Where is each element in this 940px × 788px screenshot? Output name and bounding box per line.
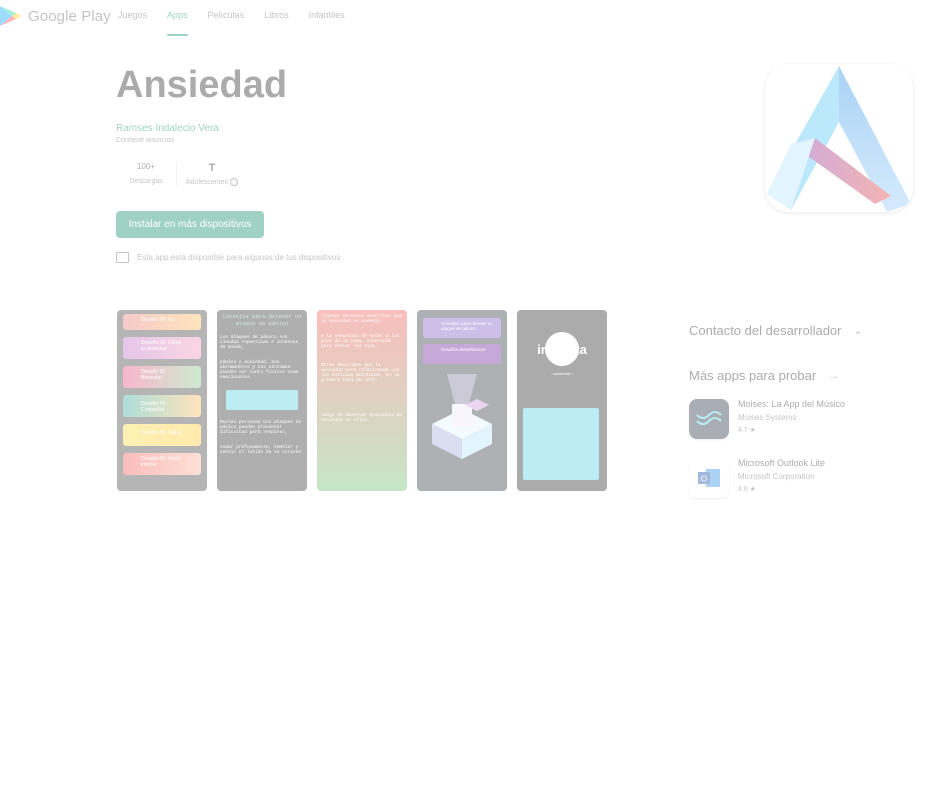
wave-icon [696, 411, 722, 425]
screenshot-2-text: pánico o ansiedad. Son abrumadores y sus… [220, 360, 299, 380]
recommended-app[interactable]: Moises: La App del Músico Moises Systems… [689, 399, 845, 439]
recommended-app-name: Moises: La App del Músico [738, 399, 846, 409]
chevron-down-icon: ⌄ [853, 325, 863, 337]
recommended-app[interactable]: O Microsoft Outlook Lite Microsoft Corpo… [689, 458, 825, 498]
screenshot-4-card: Desafíos Beneficiosos [423, 344, 501, 364]
recommended-app-name: Microsoft Outlook Lite [738, 458, 826, 468]
svg-text:O: O [701, 475, 707, 484]
downloads-value: 100+ [136, 162, 156, 171]
tab-infantiles[interactable]: Infantiles [309, 10, 345, 26]
tab-juegos[interactable]: Juegos [118, 10, 147, 26]
screenshot-2-text: sudar profusamente, temblar y sentir el … [220, 445, 302, 455]
recommended-app-rating: 4.6 ★ [738, 486, 756, 493]
screenshot-4[interactable]: Consejos para detener un ataque de pánic… [417, 310, 507, 491]
availability-note: Esta app está disponible para algunos de… [116, 252, 340, 263]
developer-contact-toggle[interactable]: Contacto del desarrollador ⌄ [689, 323, 863, 338]
outlook-app-icon: O [689, 458, 729, 498]
challenge-card: Desafío 00: Compañía [123, 395, 201, 417]
app-stats: 100+ Descargas T Adolescentes [116, 162, 247, 186]
screenshot-4-card: Consejos para detener un ataque de pánic… [423, 318, 501, 338]
screenshot-5-subtitle: • ansiedad • [551, 371, 573, 376]
challenge-card: Desafío 00: Bienestar [123, 366, 201, 388]
developer-link[interactable]: Ramses Indalecio Vera [116, 123, 219, 134]
downloads-label: Descargas [129, 178, 163, 185]
main-nav: Juegos Apps Películas Libros Infantiles [118, 10, 365, 36]
app-icon [765, 64, 913, 212]
recommended-app-rating: 4.7 ★ [738, 427, 756, 434]
logo-text: Google Play [28, 7, 111, 25]
more-apps-title: Más apps para probar [689, 368, 817, 383]
content-rating-stat: T Adolescentes [176, 162, 247, 186]
outlook-icon: O [698, 469, 720, 487]
challenge-card: Desafío 00: Ira [123, 314, 201, 330]
ads-note: Contiene anuncios [116, 137, 174, 144]
arrow-right-icon: → [828, 369, 840, 382]
challenge-card: Desafío 00: Ruido interno [123, 453, 201, 475]
top-bar: Google Play Juegos Apps Películas Libros… [0, 0, 940, 40]
google-play-icon [0, 6, 21, 26]
challenge-card: Desafío 00: Cómo la ansiedad [123, 337, 201, 359]
recommended-app-developer: Microsoft Corporation [738, 472, 815, 481]
tab-peliculas[interactable]: Películas [208, 10, 245, 26]
google-play-logo[interactable]: Google Play [0, 4, 111, 28]
screenshot-3-text: Otras describen que la ansiedad está rel… [321, 363, 400, 383]
screenshot-3-text: a la sensación de estar a los pies de la… [321, 334, 400, 349]
screenshot-5-panel [523, 408, 599, 480]
recommended-app-developer: Moises Systems [738, 413, 797, 422]
screenshot-5[interactable]: inquieta • ansiedad • [517, 310, 607, 491]
availability-text: Esta app está disponible para algunos de… [137, 253, 341, 262]
app-title: Ansiedad [116, 64, 288, 106]
downloads-stat: 100+ Descargas [116, 162, 176, 186]
screenshot-5-title: inquieta [537, 342, 587, 357]
screenshot-2[interactable]: Consejos para detener un ataque de pánic… [217, 310, 307, 491]
developer-contact-title: Contacto del desarrollador [689, 323, 842, 338]
tab-apps[interactable]: Apps [167, 10, 188, 36]
install-button[interactable]: Instalar en más dispositivos [116, 211, 264, 238]
screenshot-2-banner [226, 390, 298, 410]
screenshot-1[interactable]: Desafío 00: Ira Desafío 00: Cómo la ansi… [117, 310, 207, 491]
screenshot-3-text: Algunas personas describen que la ansied… [321, 314, 403, 324]
more-apps-link[interactable]: Más apps para probar → [689, 368, 839, 383]
tab-libros[interactable]: Libros [264, 10, 289, 26]
screenshot-2-text: Muchas personas con ataques de pánico pu… [220, 420, 302, 435]
info-icon[interactable] [229, 178, 238, 186]
challenge-card: Desafío 00: Salud [123, 424, 201, 446]
isometric-illustration-icon [432, 374, 492, 459]
screenshot-carousel[interactable]: Desafío 00: Ira Desafío 00: Cómo la ansi… [117, 310, 607, 491]
screenshot-3[interactable]: Algunas personas describen que la ansied… [317, 310, 407, 491]
screenshot-2-text: Los ataques de pánico son oleadas repent… [220, 335, 299, 350]
content-rating-label[interactable]: Adolescentes [177, 178, 247, 186]
moises-app-icon [689, 399, 729, 439]
devices-icon [116, 252, 129, 263]
screenshot-2-title: Consejos para detener un ataque de pánic… [222, 313, 302, 327]
content-rating-icon: T [208, 162, 216, 174]
screenshot-3-text: luego de observar episodios de ansiedad … [321, 413, 403, 423]
ansiedad-logo-icon [767, 66, 911, 212]
